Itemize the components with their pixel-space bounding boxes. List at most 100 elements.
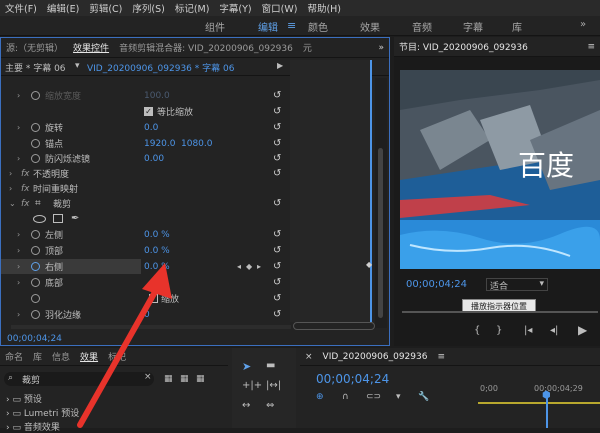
reset-icon[interactable]: ↺ (273, 138, 281, 149)
play-only-icon[interactable]: ▶ (277, 61, 283, 70)
add-marker-icon[interactable]: ▾ (396, 392, 401, 402)
workspace-audio[interactable]: 音频 (412, 19, 432, 34)
rate-stretch-tool-icon[interactable]: |↔| (266, 380, 281, 391)
reset-icon[interactable]: ↺ (273, 168, 281, 179)
tab-meta[interactable]: 元 (298, 41, 317, 54)
workspace-captions[interactable]: 字幕 (463, 19, 483, 34)
expand-icon[interactable]: › (17, 262, 20, 271)
stopwatch-icon[interactable] (31, 246, 40, 255)
chevron-down-icon[interactable]: ▾ (75, 61, 80, 71)
mark-in-icon[interactable]: { (474, 325, 480, 336)
reset-icon[interactable]: ↺ (273, 261, 281, 272)
play-button-icon[interactable]: ▶ (578, 323, 587, 337)
workspace-color[interactable]: 颜色 (308, 19, 328, 34)
stopwatch-icon[interactable] (31, 123, 40, 132)
expand-icon[interactable]: › (9, 169, 12, 178)
mark-out-icon[interactable]: } (496, 325, 502, 336)
expand-icon[interactable]: › (17, 154, 20, 163)
track-select-tool-icon[interactable]: ▬ (266, 360, 275, 371)
value-scale-width[interactable]: 100.0 (144, 91, 170, 101)
stopwatch-icon[interactable] (31, 262, 40, 271)
folder-item-audio[interactable]: › ▭ 音频效果 (6, 420, 60, 433)
reset-icon[interactable]: ↺ (273, 309, 281, 320)
wrench-icon[interactable]: 🔧 (418, 392, 429, 402)
slip-tool-icon[interactable]: ↔ (242, 400, 250, 411)
clip-master[interactable]: 主要 * 字幕 06 (5, 61, 66, 74)
work-area-bar[interactable] (478, 402, 600, 404)
tab-source[interactable]: 源:（无剪辑） (1, 41, 68, 54)
stopwatch-icon[interactable] (31, 278, 40, 287)
stopwatch-icon[interactable] (31, 139, 40, 148)
menu-window[interactable]: 窗口(W) (257, 1, 303, 15)
workspace-effects[interactable]: 效果 (360, 19, 380, 34)
fx-icon[interactable]: fx (21, 169, 30, 179)
stopwatch-icon[interactable] (31, 230, 40, 239)
rectangle-mask-icon[interactable] (53, 214, 63, 223)
menu-marker[interactable]: 标记(M) (170, 1, 215, 15)
keyframe-timeline[interactable]: ◆ (290, 60, 372, 322)
reset-icon[interactable]: ↺ (273, 293, 281, 304)
ellipse-mask-icon[interactable] (33, 214, 46, 223)
folder-item-presets[interactable]: › ▭ 预设 (6, 392, 42, 405)
prev-keyframe-icon[interactable]: ◂ (237, 262, 241, 271)
reset-icon[interactable]: ↺ (273, 122, 281, 133)
workspace-editing[interactable]: 编辑 (258, 19, 278, 34)
tab-effect-controls[interactable]: 效果控件 (68, 41, 114, 54)
effect-vertical-scrollbar[interactable] (375, 78, 387, 328)
program-menu-icon[interactable]: ≡ (582, 42, 600, 52)
value-rotation[interactable]: 0.0 (144, 123, 158, 133)
clip-active[interactable]: VID_20200906_092936 * 字幕 06 (87, 61, 234, 74)
reset-icon[interactable]: ↺ (273, 229, 281, 240)
workspace-assembly[interactable]: 组件 (205, 19, 225, 34)
stopwatch-icon[interactable] (31, 91, 40, 100)
reset-icon[interactable]: ↺ (273, 106, 281, 117)
program-timecode[interactable]: 00;00;04;24 (406, 279, 467, 290)
keyframe-marker-icon[interactable]: ◆ (366, 260, 372, 269)
menu-title[interactable]: 字幕(Y) (214, 1, 256, 15)
menu-edit[interactable]: 编辑(E) (42, 1, 84, 15)
stopwatch-icon[interactable] (31, 310, 40, 319)
expand-icon[interactable]: › (17, 123, 20, 132)
value-top[interactable]: 0.0 % (144, 246, 170, 256)
nest-icon[interactable]: ⊕ (316, 392, 324, 402)
magnet-icon[interactable]: ∩ (342, 392, 349, 402)
workspace-menu-icon[interactable]: ≡ (287, 19, 296, 32)
expand-icon[interactable]: › (17, 246, 20, 255)
close-icon[interactable]: × (300, 352, 318, 362)
fx-icon[interactable]: fx (21, 184, 30, 194)
reset-icon[interactable]: ↺ (273, 277, 281, 288)
program-title[interactable]: 节目: VID_20200906_092936 (394, 40, 533, 53)
reset-icon[interactable]: ↺ (273, 245, 281, 256)
program-scrubber[interactable] (402, 311, 598, 313)
stopwatch-icon[interactable] (31, 154, 40, 163)
menu-sequence[interactable]: 序列(S) (127, 1, 169, 15)
panel-overflow-icon[interactable]: » (373, 43, 389, 53)
tab-audio-mixer[interactable]: 音频剪辑混合器: VID_20200906_092936 (114, 41, 298, 54)
effect-timecode[interactable]: 00;00;04;24 (7, 334, 62, 344)
step-back-icon[interactable]: ◂| (550, 325, 558, 336)
menu-clip[interactable]: 剪辑(C) (84, 1, 127, 15)
tab-libraries[interactable]: 库 (28, 350, 47, 363)
linked-selection-icon[interactable]: ⊂⊃ (366, 392, 381, 402)
next-keyframe-icon[interactable]: ▸ (257, 262, 261, 271)
reset-icon[interactable]: ↺ (273, 198, 281, 209)
32bit-effects-icon[interactable]: ▦ (180, 374, 189, 384)
yuv-effects-icon[interactable]: ▦ (196, 374, 205, 384)
workspace-libraries[interactable]: 库 (512, 19, 522, 34)
collapse-icon[interactable]: ⌄ (9, 199, 16, 208)
add-keyframe-icon[interactable]: ◆ (246, 262, 252, 271)
program-video-frame[interactable]: 百度 (400, 70, 600, 269)
expand-icon[interactable]: › (17, 310, 20, 319)
expand-icon[interactable]: › (9, 184, 12, 193)
menu-help[interactable]: 帮助(H) (302, 1, 346, 15)
reset-icon[interactable]: ↺ (273, 90, 281, 101)
tab-project[interactable]: 命名 (0, 350, 28, 363)
fx-icon[interactable]: fx (21, 199, 30, 209)
pen-icon[interactable]: ✒ (71, 213, 79, 224)
value-anchor-x[interactable]: 1920.0 (144, 139, 176, 149)
value-anchor-y[interactable]: 1080.0 (181, 139, 213, 149)
fit-dropdown[interactable]: 适合 ▾ (486, 278, 548, 292)
ripple-edit-tool-icon[interactable]: +|+ (242, 380, 262, 391)
selection-tool-icon[interactable]: ➤ (242, 360, 251, 373)
menu-file[interactable]: 文件(F) (0, 1, 42, 15)
